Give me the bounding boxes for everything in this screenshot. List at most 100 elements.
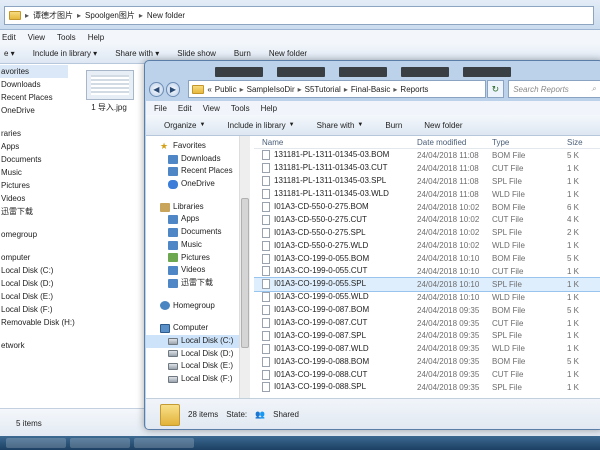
back-nav-xunlei[interactable]: 迅雷下载 xyxy=(0,205,68,218)
file-row[interactable]: I01A3-CD-550-0-275.WLD 24/04/2018 10:02 WL… xyxy=(254,239,600,252)
tree-music[interactable]: Music xyxy=(146,239,239,252)
back-include-button[interactable]: Include in library ▾ xyxy=(33,49,98,58)
file-row[interactable]: 131181-PL-1311-01345-03.CUT 24/04/2018 11… xyxy=(254,162,600,175)
back-menu-view[interactable]: View xyxy=(28,33,45,42)
tree-computer[interactable]: Computer xyxy=(146,322,239,335)
image-thumbnail[interactable] xyxy=(86,70,134,100)
back-nav-homegroup[interactable]: omegroup xyxy=(0,228,68,241)
back-crumb-2[interactable]: Spoolgen图片 xyxy=(85,10,135,21)
menu-file[interactable]: File xyxy=(154,104,167,113)
crumb-s5tutorial[interactable]: S5Tutorial xyxy=(305,85,341,94)
crumb-public[interactable]: Public xyxy=(215,85,237,94)
back-nav-downloads[interactable]: Downloads xyxy=(0,78,68,91)
burn-button[interactable]: Burn xyxy=(377,121,410,130)
tree-pictures[interactable]: Pictures xyxy=(146,252,239,265)
tree-recent-places[interactable]: Recent Places xyxy=(146,165,239,178)
back-nav-c[interactable]: Local Disk (C:) xyxy=(0,264,68,277)
back-nav-h[interactable]: Removable Disk (H:) xyxy=(0,316,75,329)
tree-downloads[interactable]: Downloads xyxy=(146,153,239,166)
back-nav-network[interactable]: etwork xyxy=(0,339,68,352)
back-nav-f[interactable]: Local Disk (F:) xyxy=(0,303,68,316)
tree-favorites[interactable]: ★ Favorites xyxy=(146,140,239,153)
file-row[interactable]: I01A3-CO-199-0-087.SPL 24/04/2018 09:35 SP… xyxy=(254,329,600,342)
file-row[interactable]: 131181-PL-1311-01345-03.SPL 24/04/2018 11… xyxy=(254,175,600,188)
organize-button[interactable]: Organize ▼ xyxy=(156,121,213,130)
back-slideshow-button[interactable]: Slide show xyxy=(177,49,216,58)
back-newfolder-button[interactable]: New folder xyxy=(269,49,307,58)
back-nav-libraries[interactable]: raries xyxy=(0,127,68,140)
file-row[interactable]: I01A3-CO-199-0-055.BOM 24/04/2018 10:10 BO… xyxy=(254,252,600,265)
taskbar-button[interactable] xyxy=(70,438,130,448)
tree-onedrive[interactable]: OneDrive xyxy=(146,178,239,191)
column-date-modified[interactable]: Date modified xyxy=(414,138,489,147)
back-nav-music[interactable]: Music xyxy=(0,166,68,179)
navigation-scrollbar[interactable] xyxy=(239,136,250,398)
menu-tools[interactable]: Tools xyxy=(231,104,250,113)
forward-arrow-icon[interactable]: ▶ xyxy=(165,81,181,97)
crumb-final-basic[interactable]: Final-Basic xyxy=(351,85,391,94)
file-row[interactable]: I01A3-CD-550-0-275.CUT 24/04/2018 10:02 CU… xyxy=(254,213,600,226)
back-crumb-1[interactable]: 谭德才图片 xyxy=(33,10,73,21)
back-menu-edit[interactable]: Edit xyxy=(2,33,16,42)
back-burn-button[interactable]: Burn xyxy=(234,49,251,58)
menu-edit[interactable]: Edit xyxy=(178,104,192,113)
menu-help[interactable]: Help xyxy=(261,104,277,113)
back-menu-tools[interactable]: Tools xyxy=(57,33,76,42)
back-nav-pictures[interactable]: Pictures xyxy=(0,179,68,192)
back-menu-help[interactable]: Help xyxy=(88,33,104,42)
menu-view[interactable]: View xyxy=(203,104,220,113)
column-name[interactable]: Name xyxy=(254,138,414,147)
breadcrumb[interactable]: « Public ▸ SampleIsoDir ▸ S5Tutorial ▸ F… xyxy=(188,80,486,98)
crumb-sampleisodir[interactable]: SampleIsoDir xyxy=(247,85,295,94)
back-nav-e[interactable]: Local Disk (E:) xyxy=(0,290,68,303)
back-crumb-3[interactable]: New folder xyxy=(147,11,185,20)
file-row[interactable]: 131181-PL-1311-01345-03.BOM 24/04/2018 11… xyxy=(254,149,600,162)
tree-local-disk-c[interactable]: Local Disk (C:) xyxy=(146,334,239,348)
tree-apps[interactable]: Apps xyxy=(146,213,239,226)
tree-local-disk-d[interactable]: Local Disk (D:) xyxy=(146,348,239,361)
back-nav-d[interactable]: Local Disk (D:) xyxy=(0,277,68,290)
back-nav-recent[interactable]: Recent Places xyxy=(0,91,68,104)
file-row[interactable]: I01A3-CO-199-0-055.CUT 24/04/2018 10:10 CU… xyxy=(254,265,600,278)
back-arrow-icon[interactable]: ◀ xyxy=(149,81,164,97)
file-row[interactable]: I01A3-CD-550-0-275.BOM 24/04/2018 10:02 BO… xyxy=(254,201,600,214)
file-row[interactable]: I01A3-CO-199-0-088.BOM 24/04/2018 09:35 BO… xyxy=(254,355,600,368)
back-breadcrumb[interactable]: ▸ 谭德才图片 ▸ Spoolgen图片 ▸ New folder xyxy=(4,6,594,25)
refresh-icon[interactable]: ↻ xyxy=(486,80,505,98)
file-row[interactable]: I01A3-CO-199-0-055.WLD 24/04/2018 10:10 WL… xyxy=(254,291,600,304)
tree-xunlei[interactable]: 迅雷下载 xyxy=(146,277,239,290)
scrollbar-thumb[interactable] xyxy=(241,198,249,348)
tree-local-disk-e[interactable]: Local Disk (E:) xyxy=(146,360,239,373)
tree-homegroup[interactable]: Homegroup xyxy=(146,300,239,313)
file-row[interactable]: 131181-PL-1311-01345-03.WLD 24/04/2018 11… xyxy=(254,188,600,201)
tree-libraries[interactable]: Libraries xyxy=(146,201,239,214)
crumb-reports[interactable]: Reports xyxy=(400,85,428,94)
tree-local-disk-f[interactable]: Local Disk (F:) xyxy=(146,373,239,386)
tree-videos[interactable]: Videos xyxy=(146,264,239,277)
file-row[interactable]: I01A3-CO-199-0-055.SPL 24/04/2018 10:10 SP… xyxy=(254,276,600,292)
new-folder-button[interactable]: New folder xyxy=(416,121,470,130)
taskbar-button[interactable] xyxy=(134,438,194,448)
back-nav-computer[interactable]: omputer xyxy=(0,251,68,264)
file-row[interactable]: I01A3-CO-199-0-087.CUT 24/04/2018 09:35 CU… xyxy=(254,317,600,330)
back-nav-favorites[interactable]: avorites xyxy=(0,65,68,78)
back-nav-onedrive[interactable]: OneDrive xyxy=(0,104,68,117)
file-row[interactable]: I01A3-CO-199-0-088.SPL 24/04/2018 09:35 SP… xyxy=(254,381,600,394)
column-size[interactable]: Size xyxy=(564,138,600,147)
taskbar-button[interactable] xyxy=(6,438,66,448)
search-input[interactable]: Search Reports ⌕ xyxy=(508,80,600,98)
share-with-button[interactable]: Share with ▼ xyxy=(309,121,372,130)
crumb-overflow[interactable]: « xyxy=(207,85,211,94)
back-share-button[interactable]: Share with ▾ xyxy=(115,49,159,58)
include-in-library-button[interactable]: Include in library ▼ xyxy=(219,121,302,130)
file-row[interactable]: I01A3-CO-199-0-088.CUT 24/04/2018 09:35 CU… xyxy=(254,368,600,381)
tree-documents[interactable]: Documents xyxy=(146,226,239,239)
back-organize-button[interactable]: e ▾ xyxy=(4,49,15,58)
file-row[interactable]: I01A3-CO-199-0-087.WLD 24/04/2018 09:35 WL… xyxy=(254,342,600,355)
column-type[interactable]: Type xyxy=(489,138,564,147)
file-row[interactable]: I01A3-CO-199-0-087.BOM 24/04/2018 09:35 BO… xyxy=(254,304,600,317)
file-row[interactable]: I01A3-CD-550-0-275.SPL 24/04/2018 10:02 SP… xyxy=(254,226,600,239)
back-nav-videos[interactable]: Videos xyxy=(0,192,68,205)
back-nav-apps[interactable]: Apps xyxy=(0,140,68,153)
back-nav-documents[interactable]: Documents xyxy=(0,153,68,166)
